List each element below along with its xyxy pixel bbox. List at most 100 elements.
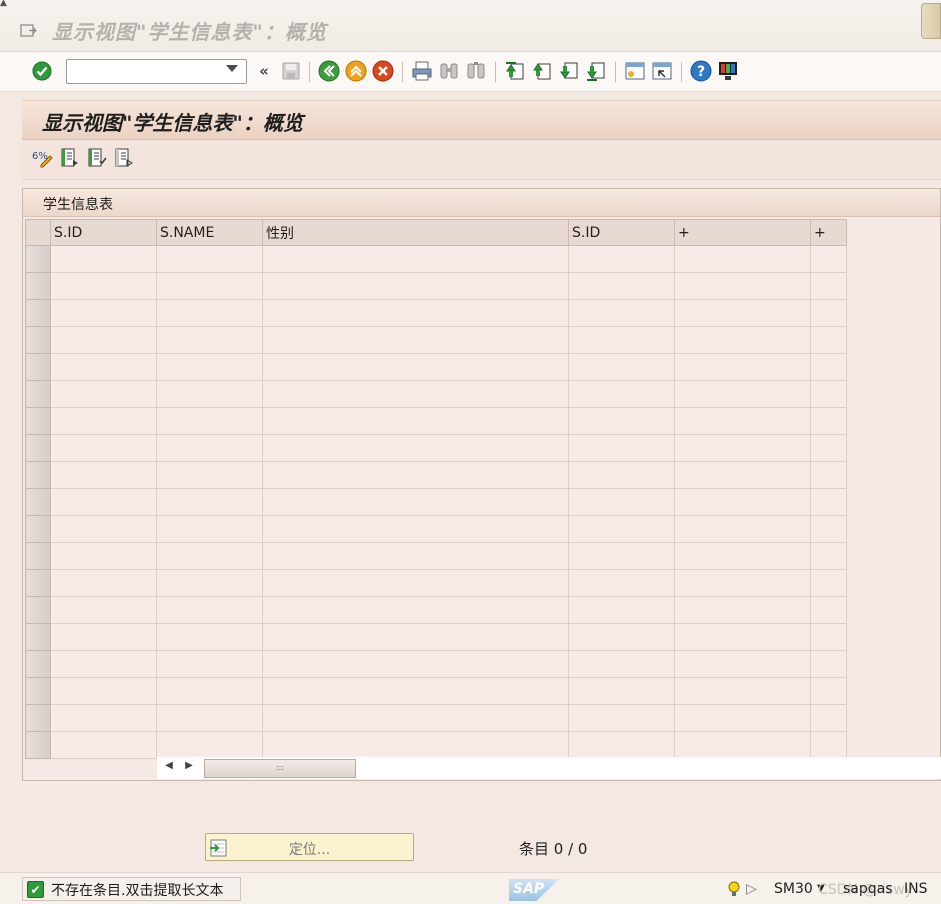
find-icon[interactable]: [438, 60, 460, 82]
table-cell[interactable]: [262, 407, 569, 435]
table-cell[interactable]: [674, 704, 811, 732]
table-cell[interactable]: [50, 353, 157, 381]
table-cell[interactable]: [568, 569, 675, 597]
table-cell[interactable]: [568, 353, 675, 381]
table-cell[interactable]: [262, 704, 569, 732]
table-cell[interactable]: [156, 461, 263, 489]
table-cell[interactable]: [810, 488, 847, 516]
scroll-left-icon[interactable]: ◀: [162, 760, 176, 776]
table-cell[interactable]: [50, 272, 157, 300]
table-cell[interactable]: [810, 731, 847, 759]
collapse-command-icon[interactable]: «: [253, 60, 275, 82]
table-cell[interactable]: [810, 461, 847, 489]
deselect-all-icon[interactable]: [113, 147, 135, 169]
table-cell[interactable]: [156, 272, 263, 300]
row-selector[interactable]: [25, 731, 51, 759]
table-cell[interactable]: [810, 272, 847, 300]
table-cell[interactable]: [810, 623, 847, 651]
table-cell[interactable]: [50, 380, 157, 408]
table-cell[interactable]: [810, 596, 847, 624]
row-selector[interactable]: [25, 380, 51, 408]
table-cell[interactable]: [156, 245, 263, 273]
table-cell[interactable]: [156, 353, 263, 381]
table-cell[interactable]: [50, 596, 157, 624]
print-icon[interactable]: [411, 60, 433, 82]
table-cell[interactable]: [156, 731, 263, 759]
row-selector[interactable]: [25, 434, 51, 462]
lightbulb-icon[interactable]: [727, 881, 741, 901]
table-cell[interactable]: [810, 353, 847, 381]
save-icon[interactable]: [280, 60, 302, 82]
table-cell[interactable]: [156, 650, 263, 678]
table-cell[interactable]: [50, 569, 157, 597]
table-cell[interactable]: [156, 596, 263, 624]
table-cell[interactable]: [156, 488, 263, 516]
table-cell[interactable]: [810, 542, 847, 570]
table-cell[interactable]: [810, 326, 847, 354]
table-cell[interactable]: [262, 461, 569, 489]
table-cell[interactable]: [156, 434, 263, 462]
table-cell[interactable]: [262, 380, 569, 408]
row-selector[interactable]: [25, 326, 51, 354]
row-selector[interactable]: [25, 245, 51, 273]
details-icon[interactable]: [59, 147, 81, 169]
table-cell[interactable]: [810, 515, 847, 543]
next-page-icon[interactable]: [558, 60, 580, 82]
table-cell[interactable]: [568, 380, 675, 408]
table-cell[interactable]: [156, 407, 263, 435]
table-cell[interactable]: [262, 488, 569, 516]
table-cell[interactable]: [674, 326, 811, 354]
column-header[interactable]: 性别: [262, 219, 569, 246]
row-selector[interactable]: [25, 299, 51, 327]
column-header[interactable]: S.ID: [50, 219, 157, 246]
table-cell[interactable]: [674, 407, 811, 435]
table-cell[interactable]: [156, 515, 263, 543]
table-cell[interactable]: [674, 515, 811, 543]
table-cell[interactable]: [810, 704, 847, 732]
select-all-icon[interactable]: [86, 147, 108, 169]
table-cell[interactable]: [810, 407, 847, 435]
row-selector[interactable]: [25, 272, 51, 300]
table-cell[interactable]: [568, 407, 675, 435]
window-control-button[interactable]: [921, 3, 941, 39]
table-cell[interactable]: [50, 407, 157, 435]
table-cell[interactable]: [50, 515, 157, 543]
scroll-right-icon[interactable]: ▶: [182, 760, 196, 776]
table-cell[interactable]: [674, 569, 811, 597]
table-cell[interactable]: [674, 596, 811, 624]
table-cell[interactable]: [674, 353, 811, 381]
table-cell[interactable]: [568, 515, 675, 543]
table-cell[interactable]: [568, 677, 675, 705]
table-cell[interactable]: [674, 299, 811, 327]
table-cell[interactable]: [674, 245, 811, 273]
table-cell[interactable]: [262, 353, 569, 381]
table-cell[interactable]: [674, 677, 811, 705]
table-cell[interactable]: [262, 677, 569, 705]
last-page-icon[interactable]: [585, 60, 607, 82]
system-menu-icon[interactable]: ▲: [0, 0, 14, 8]
table-cell[interactable]: [810, 650, 847, 678]
enter-icon[interactable]: [31, 60, 53, 82]
table-cell[interactable]: [50, 623, 157, 651]
row-selector[interactable]: [25, 515, 51, 543]
table-cell[interactable]: [156, 623, 263, 651]
table-cell[interactable]: [50, 542, 157, 570]
table-cell[interactable]: [674, 461, 811, 489]
table-cell[interactable]: [568, 245, 675, 273]
table-cell[interactable]: [674, 623, 811, 651]
prev-page-icon[interactable]: [531, 60, 553, 82]
table-cell[interactable]: [262, 542, 569, 570]
table-cell[interactable]: [810, 299, 847, 327]
column-header[interactable]: +: [810, 219, 847, 246]
scrollbar-thumb[interactable]: :::: [204, 759, 356, 778]
table-cell[interactable]: [568, 596, 675, 624]
table-cell[interactable]: [262, 650, 569, 678]
table-cell[interactable]: [674, 488, 811, 516]
table-cell[interactable]: [156, 677, 263, 705]
table-cell[interactable]: [568, 704, 675, 732]
table-cell[interactable]: [568, 488, 675, 516]
horizontal-scrollbar[interactable]: ◀ ▶ :::: [157, 757, 941, 779]
row-selector[interactable]: [25, 623, 51, 651]
table-cell[interactable]: [674, 542, 811, 570]
table-cell[interactable]: [50, 731, 157, 759]
